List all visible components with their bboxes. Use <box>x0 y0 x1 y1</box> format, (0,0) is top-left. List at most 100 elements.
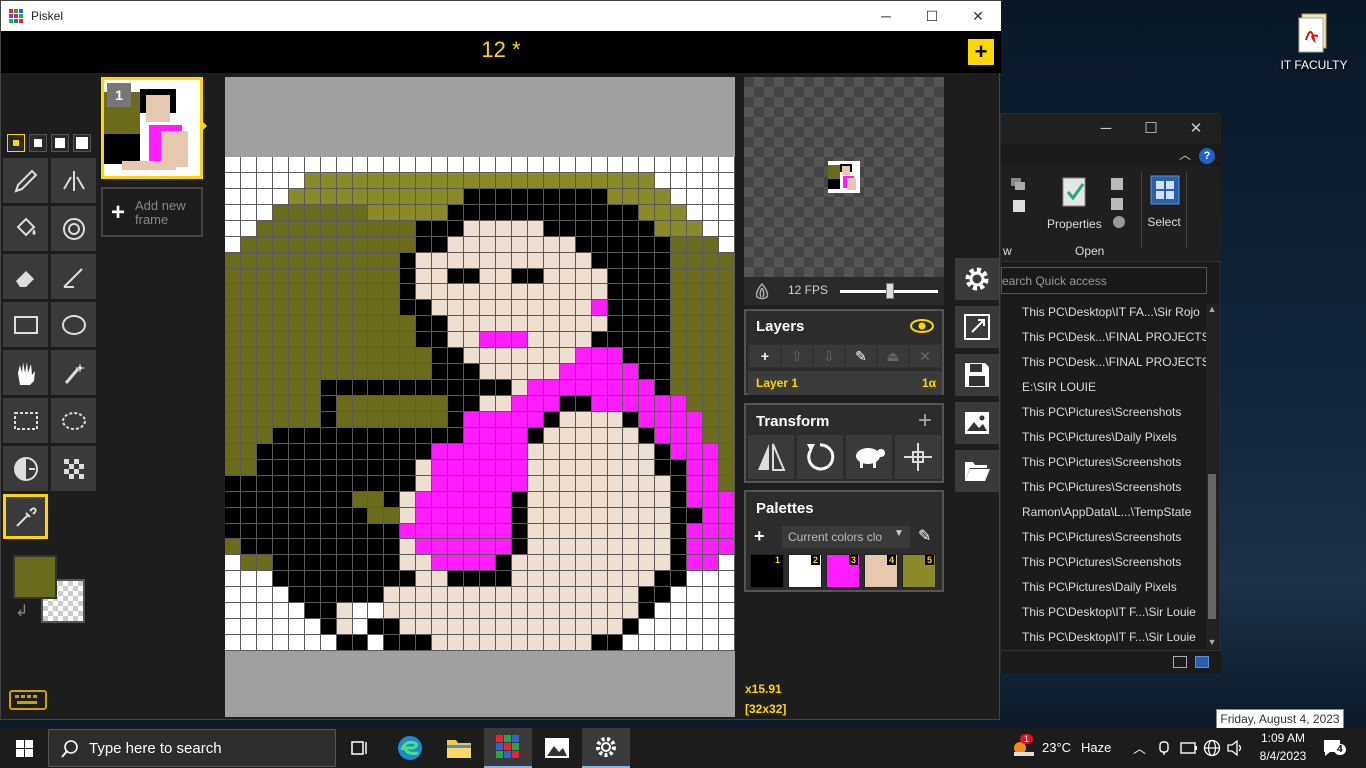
pixel[interactable] <box>256 475 273 492</box>
pixel[interactable] <box>464 539 480 556</box>
pixel[interactable] <box>288 635 305 651</box>
pixel[interactable] <box>687 316 704 333</box>
pixel[interactable] <box>368 443 385 460</box>
flip-button[interactable] <box>748 435 794 479</box>
pixel[interactable] <box>543 172 560 189</box>
pen-size-4[interactable] <box>73 134 91 152</box>
pixel[interactable] <box>575 156 592 173</box>
pixel[interactable] <box>591 268 608 285</box>
pixel[interactable] <box>495 603 512 620</box>
pixel[interactable] <box>272 411 289 428</box>
pixel[interactable] <box>495 284 512 301</box>
pixel[interactable] <box>575 411 592 428</box>
pixel[interactable] <box>304 475 321 492</box>
pixel[interactable] <box>464 411 480 428</box>
pixel[interactable] <box>543 459 560 476</box>
pixel[interactable] <box>272 380 289 396</box>
pixel[interactable] <box>225 539 241 556</box>
pixel[interactable] <box>448 411 465 428</box>
pixel[interactable] <box>288 188 305 205</box>
pixel[interactable] <box>288 523 305 540</box>
pixel[interactable] <box>368 220 385 237</box>
pixel[interactable] <box>575 300 592 317</box>
pixel[interactable] <box>607 396 624 412</box>
quick-access-item[interactable]: This PC\Pictures\Screenshots <box>1001 475 1207 500</box>
pixel[interactable] <box>320 348 337 365</box>
pixel[interactable] <box>352 204 369 221</box>
pixel[interactable] <box>432 571 449 588</box>
pixel[interactable] <box>304 236 321 253</box>
pixel[interactable] <box>416 364 433 381</box>
pixel[interactable] <box>719 523 735 540</box>
pixel[interactable] <box>336 380 353 396</box>
pixel[interactable] <box>225 619 241 636</box>
pixel[interactable] <box>448 300 465 317</box>
pixel[interactable] <box>416 635 433 651</box>
pixel[interactable] <box>703 523 720 540</box>
pixel[interactable] <box>352 188 369 205</box>
pixel[interactable] <box>639 156 656 173</box>
pixel[interactable] <box>575 555 592 572</box>
pixel[interactable] <box>448 523 465 540</box>
pixel[interactable] <box>623 156 640 173</box>
pixel[interactable] <box>591 635 608 651</box>
pixel[interactable] <box>384 507 401 524</box>
pixel[interactable] <box>543 300 560 317</box>
pixel[interactable] <box>719 268 735 285</box>
pixel[interactable] <box>384 332 401 349</box>
pixel[interactable] <box>320 316 337 333</box>
pixel[interactable] <box>575 475 592 492</box>
pixel[interactable] <box>464 316 480 333</box>
pixel[interactable] <box>480 172 496 189</box>
pixel[interactable] <box>671 587 688 604</box>
pixel[interactable] <box>591 603 608 620</box>
pixel[interactable] <box>639 332 656 349</box>
pixel[interactable] <box>225 252 241 269</box>
pixel[interactable] <box>400 619 417 636</box>
weather-temperature[interactable]: 23°C <box>1042 740 1071 755</box>
pixel[interactable] <box>480 427 496 444</box>
pixel[interactable] <box>687 252 704 269</box>
more-transforms-icon[interactable]: + <box>918 407 932 435</box>
pixel[interactable] <box>464 571 480 588</box>
pixel[interactable] <box>527 571 544 588</box>
pixel[interactable] <box>304 172 321 189</box>
pen-size-3[interactable] <box>51 134 69 152</box>
pixel[interactable] <box>703 141 720 157</box>
pixel[interactable] <box>225 236 241 253</box>
pixel[interactable] <box>511 475 528 492</box>
collapse-ribbon-icon[interactable]: ︿ <box>1179 146 1191 163</box>
pixel[interactable] <box>591 539 608 556</box>
pixel[interactable] <box>559 141 576 157</box>
pixel[interactable] <box>272 172 289 189</box>
pixel[interactable] <box>256 619 273 636</box>
pixel[interactable] <box>575 380 592 396</box>
pixel[interactable] <box>607 571 624 588</box>
pixel[interactable] <box>256 252 273 269</box>
pixel[interactable] <box>639 300 656 317</box>
pixel[interactable] <box>240 587 257 604</box>
pixel[interactable] <box>575 507 592 524</box>
pixel[interactable] <box>368 300 385 317</box>
pixel[interactable] <box>655 316 672 333</box>
pixel[interactable] <box>480 507 496 524</box>
pixel[interactable] <box>416 475 433 492</box>
pixel[interactable] <box>304 539 321 556</box>
pixel[interactable] <box>448 316 465 333</box>
pixel[interactable] <box>623 268 640 285</box>
pixel[interactable] <box>591 491 608 508</box>
pixel[interactable] <box>432 523 449 540</box>
palette-swatch[interactable]: 1 <box>750 554 784 588</box>
pixel[interactable] <box>591 156 608 173</box>
pixel[interactable] <box>495 507 512 524</box>
pixel[interactable] <box>432 220 449 237</box>
pixel[interactable] <box>400 427 417 444</box>
pixel[interactable] <box>607 188 624 205</box>
quick-access-item[interactable]: E:\SIR LOUIE <box>1001 375 1207 400</box>
pixel[interactable] <box>543 443 560 460</box>
pixel[interactable] <box>368 172 385 189</box>
pixel[interactable] <box>256 268 273 285</box>
pixel[interactable] <box>511 443 528 460</box>
pixel[interactable] <box>240 635 257 651</box>
pixel[interactable] <box>240 571 257 588</box>
